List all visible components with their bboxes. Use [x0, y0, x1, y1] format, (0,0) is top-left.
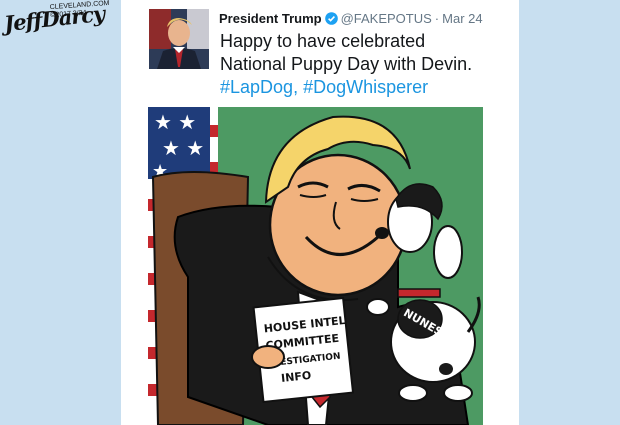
- header-separator: ·: [434, 10, 440, 26]
- tweet-text: Happy to have celebrated National Puppy …: [220, 30, 510, 99]
- cartoon-image[interactable]: ★ ★ ★ ★ ★ HOUSE INTEL COMMITTEE INVESTIG…: [148, 107, 483, 425]
- tweet-hashtags[interactable]: #LapDog, #DogWhisperer: [220, 76, 510, 99]
- user-handle[interactable]: @FAKEPOTUS: [341, 11, 432, 26]
- tweet-card: President Trump @FAKEPOTUS · Mar 24 Happ…: [121, 0, 519, 425]
- tweet-header: President Trump @FAKEPOTUS · Mar 24: [219, 9, 483, 27]
- display-name[interactable]: President Trump: [219, 11, 322, 26]
- avatar[interactable]: [149, 9, 209, 69]
- avatar-image: [149, 9, 209, 69]
- verified-badge-icon: [324, 11, 338, 25]
- tweet-text-line-2: National Puppy Day with Devin.: [220, 54, 473, 74]
- tweet-text-line-1: Happy to have celebrated: [220, 31, 426, 51]
- cartoon-illustration: ★ ★ ★ ★ ★ HOUSE INTEL COMMITTEE INVESTIG…: [148, 107, 483, 425]
- svg-text:★ ★: ★ ★: [162, 136, 204, 160]
- artist-signature: JeffDarcy CLEVELAND.COM ©2017 3/24: [3, 0, 116, 44]
- svg-text:★ ★: ★ ★: [154, 110, 196, 134]
- signature-credit-line2: ©2017 3/24: [50, 9, 87, 20]
- tweet-date[interactable]: Mar 24: [442, 11, 482, 26]
